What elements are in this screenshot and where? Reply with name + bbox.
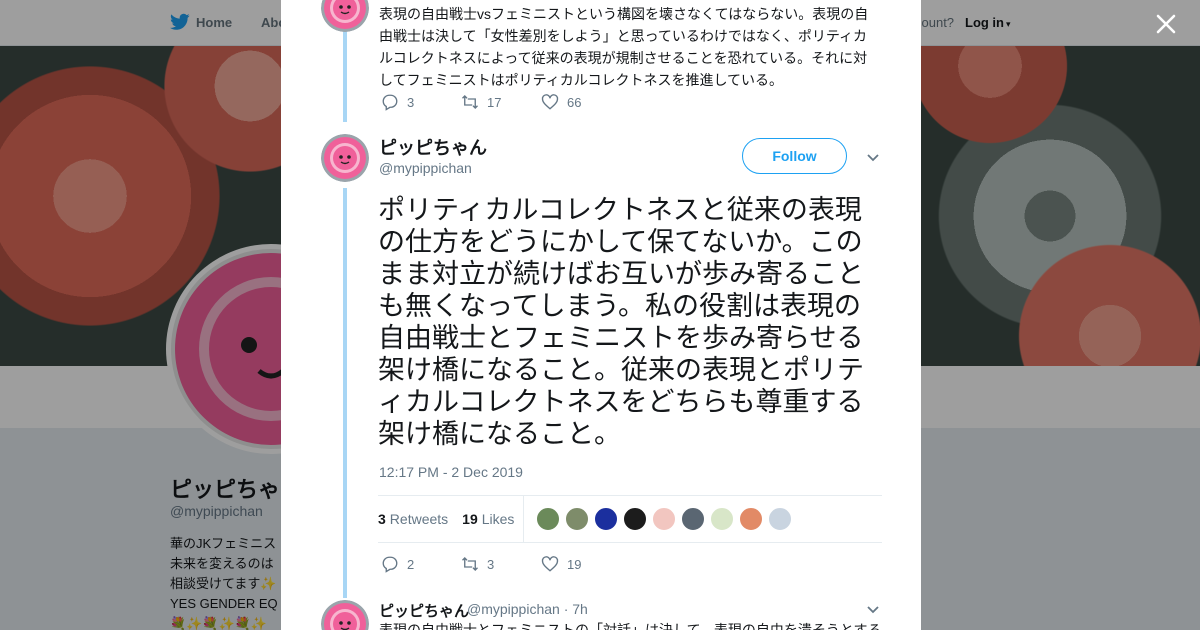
retweet-count: 17 [487,94,502,110]
chevron-down-icon[interactable] [866,151,880,165]
retweet-icon [462,557,478,571]
tweet-stats: 3 Retweets 19 Likes [378,495,882,543]
liker-avatar[interactable] [536,507,560,531]
retweet-button[interactable]: 17 [461,93,541,111]
liker-avatar[interactable] [623,507,647,531]
tweet-timestamp[interactable]: 12:17 PM - 2 Dec 2019 [379,464,523,480]
reply-icon [382,556,398,573]
liker-avatar[interactable] [652,507,676,531]
like-button[interactable]: 19 [541,555,621,573]
avatar[interactable] [321,600,369,630]
previous-tweet-text: 表現の自由戦士vsフェミニストという構図を壊さなくてはならない。表現の自由戦士は… [379,6,869,88]
liker-avatar[interactable] [594,507,618,531]
retweets-stat-count: 3 [378,511,386,527]
stats-divider [523,496,524,542]
like-button[interactable]: 66 [541,93,621,111]
follow-button[interactable]: Follow [742,138,847,174]
reply-author-meta[interactable]: @mypippichan · 7h [467,601,588,617]
heart-icon [541,94,559,110]
like-count: 19 [567,556,582,572]
liker-avatar[interactable] [565,507,589,531]
previous-tweet-actions: 3 17 66 [381,93,621,111]
retweets-stat[interactable]: 3 Retweets [378,511,448,527]
reply-author-handle: @mypippichan [467,601,560,617]
close-icon[interactable] [1154,12,1178,36]
retweet-icon [462,95,478,109]
like-count: 66 [567,94,582,110]
reply-icon [382,94,398,111]
tweet-text: ポリティカルコレクトネスと従来の表現の仕方をどうにかして保てないか。このまま対立… [378,195,864,449]
liker-avatar[interactable] [768,507,792,531]
likes-stat[interactable]: 19 Likes [462,511,514,527]
reply-time: · 7h [563,601,588,617]
reply-tweet-text: 表現の自由戦士とフェミニストの「対話」は決して、表現の自由を潰そうとする [379,622,879,630]
reply-button[interactable]: 3 [381,93,461,111]
reply-button[interactable]: 2 [381,555,461,573]
reply-count: 2 [407,556,415,572]
thread-connector [343,188,347,598]
reply-count: 3 [407,94,415,110]
main-tweet-actions: 2 3 19 [381,555,621,573]
likes-stat-label: Likes [481,511,515,527]
tweet-modal: 表現の自由戦士vsフェミニストという構図を壊さなくてはならない。表現の自由戦士は… [281,0,921,630]
retweet-count: 3 [487,556,495,572]
author-handle[interactable]: @mypippichan [379,160,472,176]
chevron-down-icon[interactable] [866,603,880,617]
avatar[interactable] [321,134,369,182]
liker-avatars [536,507,792,531]
avatar[interactable] [321,0,369,32]
retweet-button[interactable]: 3 [461,555,541,573]
likes-stat-count: 19 [462,511,478,527]
heart-icon [541,556,559,572]
retweets-stat-label: Retweets [389,511,449,527]
author-name[interactable]: ピッピちゃん [379,134,487,160]
liker-avatar[interactable] [681,507,705,531]
thread-connector [343,30,347,122]
liker-avatar[interactable] [710,507,734,531]
reply-author-name[interactable]: ピッピちゃん [379,600,469,621]
liker-avatar[interactable] [739,507,763,531]
